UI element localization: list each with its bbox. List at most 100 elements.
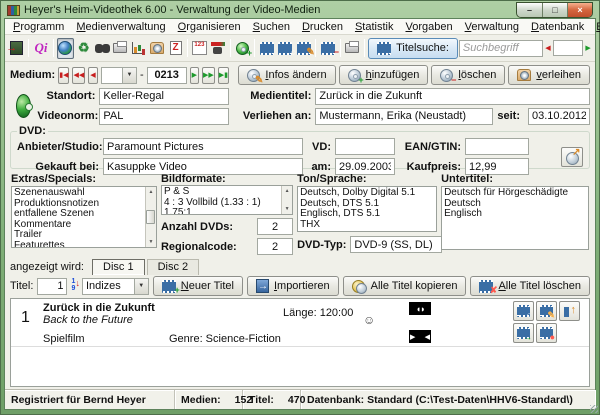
prev-medium-button[interactable]: ◀ [88, 67, 97, 84]
statistics-button[interactable] [130, 38, 147, 59]
anbieter-field[interactable] [103, 138, 303, 155]
title-edit-button[interactable]: ✎ [536, 301, 557, 321]
search-button[interactable] [93, 38, 110, 59]
fast-back-button[interactable]: ◀◀ [72, 67, 85, 84]
extras-scrollbar[interactable]: ▲▼ [145, 187, 156, 247]
numbering-button[interactable] [191, 38, 208, 59]
list-item[interactable]: Szenenauswahl [14, 188, 154, 199]
defaults-button[interactable] [149, 38, 166, 59]
infos-aendern-button[interactable]: ✎ Infos ändern [238, 65, 335, 85]
list-item[interactable]: P & S [164, 187, 290, 198]
extras-listbox[interactable]: Szenenauswahl Produktionsnotizen entfall… [11, 186, 157, 248]
list-item[interactable]: 1.75:1 [164, 208, 290, 215]
menu-vorgaben[interactable]: Vorgaben [399, 20, 458, 34]
title-move-button[interactable] [559, 301, 580, 321]
menu-datenbank[interactable]: Datenbank [525, 20, 590, 34]
ton-listbox[interactable]: Deutsch, Dolby Digital 5.1 Deutsch, DTS … [297, 186, 437, 232]
menu-programm[interactable]: Programm [7, 20, 70, 34]
search-input[interactable] [459, 40, 543, 57]
next-medium-button[interactable]: ▶ [190, 67, 199, 84]
hinzufuegen-button[interactable]: + hinzufügen [339, 65, 429, 85]
verleihen-button[interactable]: verleihen [508, 65, 590, 85]
menu-verwaltung[interactable]: Verwaltung [459, 20, 525, 34]
list-item[interactable]: Deutsch für Hörgeschädigte [444, 188, 586, 199]
loeschen-button[interactable]: − löschen [431, 65, 505, 85]
close-button[interactable]: × [567, 3, 592, 17]
medium-prefix-dropdown[interactable] [101, 67, 137, 84]
print-list-button[interactable] [344, 38, 361, 59]
toolbar-separator [364, 39, 365, 57]
add-medium-button[interactable]: + [234, 38, 251, 59]
fast-forward-button[interactable]: ▶▶ [202, 67, 215, 84]
alle-titel-loeschen-button[interactable]: ✘ Alle Titel löschen [470, 276, 590, 296]
menu-drucken[interactable]: Drucken [296, 20, 349, 34]
list-button[interactable] [167, 38, 184, 59]
print-button[interactable] [112, 38, 129, 59]
tab-disc-2[interactable]: Disc 2 [147, 259, 200, 275]
lend-search-button[interactable] [210, 38, 227, 59]
last-medium-button[interactable]: ▶▮ [218, 67, 229, 84]
titelsuche-label: Titelsuche: [396, 42, 449, 54]
list-item[interactable]: Deutsch, Dolby Digital 5.1 [300, 188, 434, 199]
first-medium-button[interactable]: ▮◀ [58, 67, 69, 84]
title-edit-button[interactable]: ✎ [295, 38, 312, 59]
maximize-button[interactable]: □ [542, 3, 567, 17]
dvdtyp-field[interactable] [350, 236, 442, 253]
vd-field[interactable] [335, 138, 395, 155]
list-item[interactable]: Trailer [14, 230, 154, 241]
title-delete-button[interactable]: ● [536, 323, 557, 343]
bildformate-scrollbar[interactable]: ▲▼ [281, 186, 292, 214]
resize-grip[interactable] [590, 405, 598, 413]
medium-number-input[interactable] [147, 67, 187, 84]
title-search-button[interactable]: ○ [277, 38, 294, 59]
list-item[interactable]: THX [300, 220, 434, 231]
search-prev-icon[interactable]: ◀ [544, 40, 552, 57]
neuer-titel-button[interactable]: + Neuer Titel [153, 276, 243, 296]
dvdtyp-label: DVD-Typ: [297, 239, 346, 251]
lend-hand-icon [517, 69, 531, 81]
title-copy-button[interactable]: → [513, 323, 534, 343]
seit-field[interactable] [528, 108, 590, 125]
title-tools-button[interactable] [258, 38, 275, 59]
organize-button[interactable]: ♻ [75, 38, 92, 59]
anzahl-field[interactable] [257, 218, 293, 235]
menu-extras[interactable]: Extras [590, 20, 600, 34]
title-details-button[interactable]: ○ [513, 301, 534, 321]
standort-field[interactable] [99, 88, 229, 105]
title-row[interactable]: 1 Zurück in die Zukunft Back to the Futu… [11, 299, 589, 347]
titel-number-input[interactable] [37, 278, 67, 295]
regionalcode-field[interactable] [257, 238, 293, 255]
alle-titel-kopieren-button[interactable]: Alle Titel kopieren [343, 276, 467, 296]
quickinfo-button[interactable]: Qi [32, 38, 49, 59]
medientitel-field[interactable] [315, 88, 590, 105]
list-item[interactable]: entfallene Szenen [14, 209, 154, 220]
titelsuche-button[interactable]: Titelsuche: [368, 38, 458, 59]
untertitel-listbox[interactable]: Deutsch für Hörgeschädigte Deutsch Engli… [441, 186, 589, 250]
sort-icon[interactable] [71, 278, 78, 294]
ean-field[interactable] [465, 138, 529, 155]
menu-suchen[interactable]: Suchen [247, 20, 296, 34]
videonorm-field[interactable] [99, 108, 229, 125]
verliehen-field[interactable] [315, 108, 493, 125]
list-item[interactable]: Featurettes [14, 241, 154, 249]
tab-disc-1[interactable]: Disc 1 [92, 259, 145, 275]
menu-statistik[interactable]: Statistik [349, 20, 400, 34]
sort-dropdown[interactable]: Indizes [82, 278, 149, 295]
ton-label: Ton/Sprache: [297, 173, 437, 186]
exit-button[interactable] [8, 38, 25, 59]
search-nav-box[interactable] [553, 40, 583, 56]
cd-delete-icon: − [440, 69, 453, 82]
menu-organisieren[interactable]: Organisieren [172, 20, 247, 34]
list-item[interactable]: Englisch, DTS 5.1 [300, 209, 434, 220]
exit-icon [10, 41, 23, 55]
disc-tab-bar: angezeigt wird: Disc 1 Disc 2 [5, 255, 595, 275]
minimize-button[interactable]: – [517, 3, 542, 17]
menu-medienverwaltung[interactable]: Medienverwaltung [70, 20, 171, 34]
media-view-button[interactable] [57, 38, 74, 59]
list-item[interactable]: Englisch [444, 209, 586, 220]
title-delete-button[interactable]: − [319, 38, 336, 59]
cd-lookup-button[interactable] [561, 147, 583, 167]
importieren-button[interactable]: Importieren [247, 276, 339, 296]
search-next-icon[interactable]: ▶ [584, 40, 592, 57]
bildformate-listbox[interactable]: P & S 4 : 3 Vollbild (1.33 : 1) 1.75:1 ▲… [161, 185, 293, 215]
